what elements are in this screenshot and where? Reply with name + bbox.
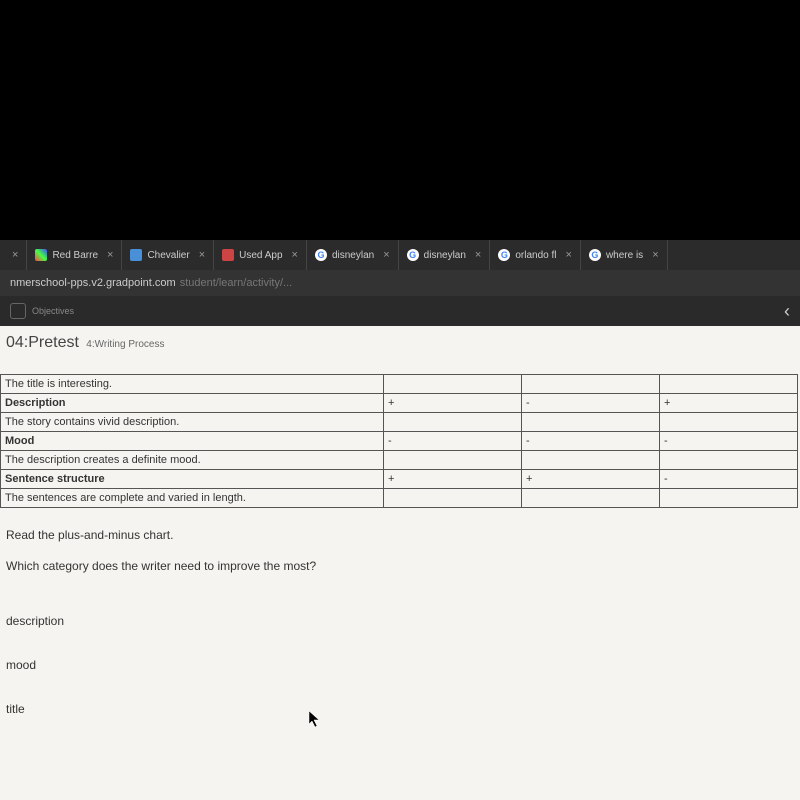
tab-label: Used App: [239, 250, 282, 261]
tab-where-is[interactable]: G where is ×: [581, 240, 668, 270]
tab-chevalier[interactable]: Chevalier ×: [122, 240, 214, 270]
score-cell: -: [659, 432, 797, 451]
page-header: 04:Pretest 4:Writing Process: [0, 334, 800, 362]
tab-red-barrel[interactable]: Red Barre ×: [27, 240, 122, 270]
tab-icon: [222, 249, 234, 261]
question-line1: Read the plus-and-minus chart.: [6, 526, 794, 545]
page-title: 04:Pretest: [6, 334, 79, 351]
score-cell: +: [659, 394, 797, 413]
tab-label: orlando fl: [515, 250, 556, 261]
home-icon[interactable]: [10, 303, 26, 319]
close-icon[interactable]: ×: [652, 249, 658, 261]
tab-label: where is: [606, 250, 643, 261]
table-row: The story contains vivid description.: [1, 413, 798, 432]
content-area: 04:Pretest 4:Writing Process The title i…: [0, 326, 800, 800]
category-label: Mood: [1, 432, 384, 451]
score-cell: -: [521, 394, 659, 413]
toolbar-label: Objectives: [32, 306, 74, 316]
table-row: The title is interesting.: [1, 375, 798, 394]
chevron-left-icon[interactable]: ‹: [784, 301, 790, 322]
table-row: Mood - - -: [1, 432, 798, 451]
criteria-text: The sentences are complete and varied in…: [1, 489, 384, 508]
page-toolbar: Objectives ‹: [0, 296, 800, 326]
option-title[interactable]: title: [6, 702, 794, 716]
score-cell: -: [521, 432, 659, 451]
browser-chrome: × Red Barre × Chevalier × Used App × G d…: [0, 240, 800, 326]
close-icon[interactable]: ×: [383, 249, 389, 261]
question-block: Read the plus-and-minus chart. Which cat…: [0, 508, 800, 594]
rubric-table: The title is interesting. Description + …: [0, 374, 798, 508]
table-row: The sentences are complete and varied in…: [1, 489, 798, 508]
close-icon[interactable]: ×: [12, 249, 18, 261]
google-icon: G: [407, 249, 419, 261]
table-row: The description creates a definite mood.: [1, 451, 798, 470]
close-icon[interactable]: ×: [199, 249, 205, 261]
score-cell: +: [383, 394, 521, 413]
google-icon: G: [498, 249, 510, 261]
close-icon[interactable]: ×: [566, 249, 572, 261]
tab-icon: [130, 249, 142, 261]
tab-icon: [35, 249, 47, 261]
black-region: [0, 0, 800, 240]
url-bar[interactable]: nmerschool-pps.v2.gradpoint.com student/…: [0, 270, 800, 296]
tab[interactable]: ×: [0, 240, 27, 270]
url-rest: student/learn/activity/...: [180, 277, 293, 289]
option-mood[interactable]: mood: [6, 658, 794, 672]
category-label: Description: [1, 394, 384, 413]
google-icon: G: [315, 249, 327, 261]
tab-label: Red Barre: [52, 250, 98, 261]
table-row: Description + - +: [1, 394, 798, 413]
url-main: nmerschool-pps.v2.gradpoint.com: [10, 277, 176, 289]
close-icon[interactable]: ×: [475, 249, 481, 261]
close-icon[interactable]: ×: [292, 249, 298, 261]
table-row: Sentence structure + + -: [1, 470, 798, 489]
tab-disneyland-2[interactable]: G disneylan ×: [399, 240, 491, 270]
tab-disneyland-1[interactable]: G disneylan ×: [307, 240, 399, 270]
criteria-text: The title is interesting.: [1, 375, 384, 394]
tab-label: disneylan: [332, 250, 374, 261]
google-icon: G: [589, 249, 601, 261]
score-cell: -: [659, 470, 797, 489]
question-line2: Which category does the writer need to i…: [6, 557, 794, 576]
tab-orlando[interactable]: G orlando fl ×: [490, 240, 581, 270]
tab-label: Chevalier: [147, 250, 189, 261]
tabs-bar: × Red Barre × Chevalier × Used App × G d…: [0, 240, 800, 270]
category-label: Sentence structure: [1, 470, 384, 489]
score-cell: +: [383, 470, 521, 489]
score-cell: +: [521, 470, 659, 489]
criteria-text: The description creates a definite mood.: [1, 451, 384, 470]
criteria-text: The story contains vivid description.: [1, 413, 384, 432]
tab-used-app[interactable]: Used App ×: [214, 240, 307, 270]
close-icon[interactable]: ×: [107, 249, 113, 261]
option-description[interactable]: description: [6, 614, 794, 628]
score-cell: -: [383, 432, 521, 451]
page-subtitle: 4:Writing Process: [86, 339, 164, 350]
tab-label: disneylan: [424, 250, 466, 261]
answer-options: description mood title: [0, 594, 800, 716]
